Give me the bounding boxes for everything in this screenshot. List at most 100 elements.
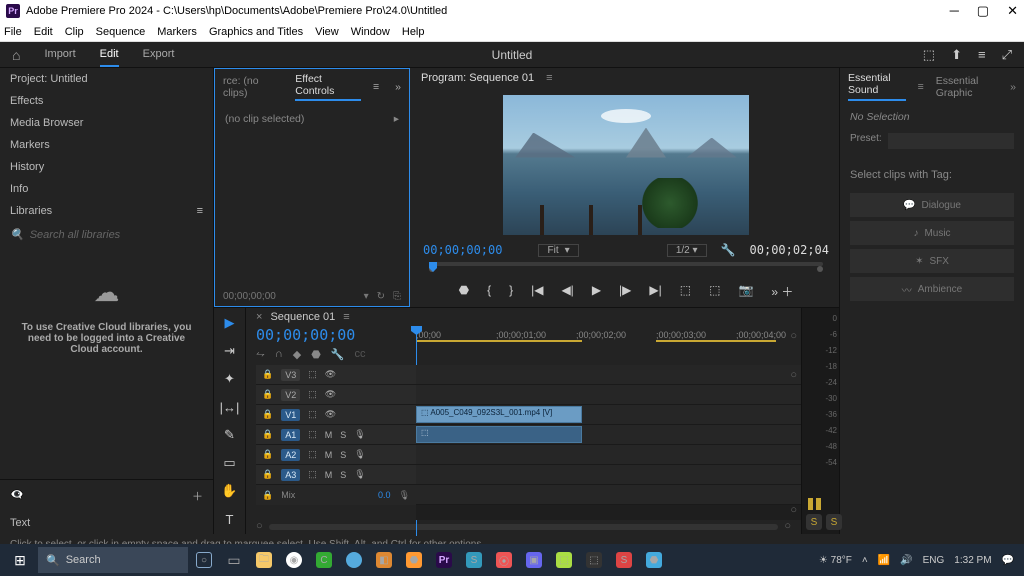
taskbar-search[interactable]: 🔍Search — [38, 547, 188, 573]
out-point-icon[interactable]: } — [509, 283, 513, 300]
panel-text[interactable]: Text — [0, 512, 213, 534]
panel-project[interactable]: Project: Untitled — [0, 68, 213, 90]
v-scroll-handle[interactable]: ○ — [790, 369, 797, 381]
tab-import[interactable]: Import — [44, 43, 75, 67]
panel-menu-icon[interactable]: ≡ — [373, 81, 379, 93]
share-icon[interactable]: ⬆ — [951, 47, 962, 63]
link-icon[interactable]: ∩ — [275, 348, 283, 361]
lift-icon[interactable]: ⬚ — [680, 283, 691, 300]
tag-music[interactable]: ♪Music — [850, 221, 1014, 245]
expand-icon[interactable]: ▸ — [394, 113, 399, 125]
menu-view[interactable]: View — [315, 26, 339, 38]
h-scrollbar[interactable] — [269, 524, 779, 530]
cortana-icon[interactable]: ○ — [190, 546, 218, 574]
zoom-fit-dropdown[interactable]: Fit▾ — [538, 244, 578, 257]
track-select-tool[interactable]: ⇥ — [220, 342, 240, 360]
rectangle-tool[interactable]: ▭ — [220, 454, 240, 472]
program-menu-icon[interactable]: ≡ — [546, 72, 552, 84]
track-mix-header[interactable]: 🔒Mix0.0🎙 — [256, 485, 416, 505]
track-v1-header[interactable]: 🔒V1⬚👁 — [256, 405, 416, 425]
menu-graphics[interactable]: Graphics and Titles — [209, 26, 303, 38]
tab-edit[interactable]: Edit — [100, 43, 119, 67]
tab-essential-graphics[interactable]: Essential Graphic — [936, 75, 998, 99]
app-icon-4[interactable]: ⬣ — [400, 546, 428, 574]
selection-tool[interactable]: ▶ — [220, 314, 240, 332]
wifi-icon[interactable]: 📶 — [878, 555, 890, 566]
minimize-button[interactable]: ─ — [950, 3, 959, 19]
notifications-icon[interactable]: 💬 — [1002, 555, 1014, 566]
step-forward-icon[interactable]: |▶ — [619, 283, 631, 300]
step-back-icon[interactable]: ◀| — [561, 283, 573, 300]
maximize-button[interactable]: ▢ — [977, 3, 989, 19]
solo-left[interactable]: S — [806, 514, 822, 530]
audio-clip[interactable]: ⬚ — [416, 426, 582, 443]
app-icon-1[interactable]: C — [310, 546, 338, 574]
ripple-tool[interactable]: ✦ — [220, 370, 240, 388]
sequence-tab[interactable]: Sequence 01 — [270, 311, 335, 323]
go-to-out-icon[interactable]: ▶| — [649, 283, 661, 300]
filter-icon[interactable]: ▾ — [364, 291, 369, 302]
app-icon-3[interactable]: ◧ — [370, 546, 398, 574]
app-icon-8[interactable]: ⬚ — [550, 546, 578, 574]
explorer-icon[interactable]: 🗀 — [250, 546, 278, 574]
add-icon[interactable]: ＋ — [192, 488, 203, 504]
clock[interactable]: 1:32 PM — [954, 555, 991, 566]
app-icon-5[interactable]: S — [460, 546, 488, 574]
scroll-handle[interactable]: ○ — [790, 330, 797, 342]
panel-info[interactable]: Info — [0, 178, 213, 200]
app-icon-6[interactable]: ⦿ — [490, 546, 518, 574]
tray-overflow-icon[interactable]: ˄ — [862, 555, 868, 566]
libraries-menu-icon[interactable]: ≡ — [197, 205, 203, 217]
language-indicator[interactable]: ENG — [923, 555, 945, 566]
program-timecode-left[interactable]: 00;00;00;00 — [423, 243, 502, 257]
in-point-icon[interactable]: { — [487, 283, 491, 300]
rp-overflow-icon[interactable]: » — [1010, 81, 1016, 93]
solo-right[interactable]: S — [826, 514, 842, 530]
marker-icon[interactable]: ⬣ — [459, 283, 469, 300]
panel-effects[interactable]: Effects — [0, 90, 213, 112]
marker-add-icon[interactable]: ◆ — [293, 348, 301, 361]
tag-ambience[interactable]: 〰Ambience — [850, 277, 1014, 301]
play-icon[interactable]: ▶ — [592, 283, 601, 300]
tab-export[interactable]: Export — [143, 43, 175, 67]
tab-source[interactable]: rce: (no clips) — [223, 75, 283, 99]
preset-dropdown[interactable] — [888, 133, 1014, 149]
track-a2-header[interactable]: 🔒A2⬚MS🎙 — [256, 445, 416, 465]
more-icon[interactable]: » ＋ — [771, 283, 793, 300]
menu-window[interactable]: Window — [351, 26, 390, 38]
app-icon-10[interactable]: S — [610, 546, 638, 574]
app-icon-7[interactable]: ▣ — [520, 546, 548, 574]
sequence-menu-icon[interactable]: ≡ — [343, 311, 349, 323]
resolution-dropdown[interactable]: 1/2 ▾ — [667, 244, 707, 257]
slip-tool[interactable]: ✎ — [220, 426, 240, 444]
weather-widget[interactable]: ☀ 78°F — [819, 555, 852, 566]
panel-media-browser[interactable]: Media Browser — [0, 112, 213, 134]
menu-clip[interactable]: Clip — [65, 26, 84, 38]
app-icon-2[interactable] — [340, 546, 368, 574]
libraries-search[interactable]: 🔍 Search all libraries — [0, 222, 213, 247]
menu-help[interactable]: Help — [402, 26, 425, 38]
menu-file[interactable]: File — [4, 26, 22, 38]
chrome-icon[interactable]: ◉ — [280, 546, 308, 574]
quick-export-icon[interactable]: ⬚ — [923, 47, 935, 63]
go-to-in-icon[interactable]: |◀ — [531, 283, 543, 300]
menu-sequence[interactable]: Sequence — [96, 26, 146, 38]
type-tool[interactable]: T — [220, 510, 240, 528]
volume-icon[interactable]: 🔊 — [900, 555, 912, 566]
workspace-menu-icon[interactable]: ≡ — [978, 47, 986, 63]
track-v3-header[interactable]: 🔒V3⬚👁 — [256, 365, 416, 385]
program-scrubber[interactable] — [429, 262, 823, 276]
h-scroll-left[interactable]: ○ — [256, 520, 263, 534]
settings-icon[interactable]: 🔧 — [721, 243, 736, 257]
track-a1-header[interactable]: 🔒A1⬚MS🎙 — [256, 425, 416, 445]
menu-markers[interactable]: Markers — [157, 26, 197, 38]
timeline-timecode[interactable]: 00;00;00;00 — [256, 326, 416, 344]
fullscreen-icon[interactable]: ⤢ — [1002, 47, 1012, 63]
camera-icon[interactable]: 📷 — [738, 283, 753, 300]
export-frame-icon[interactable]: ⎘ — [393, 291, 401, 302]
snap-icon[interactable]: ⥊ — [256, 348, 265, 361]
premiere-icon[interactable]: Pr — [430, 546, 458, 574]
track-a3-header[interactable]: 🔒A3⬚MS🎙 — [256, 465, 416, 485]
timeline-ruler[interactable]: ;00;00 ;00;00;01;00 ;00;00;02;00 ;00;00;… — [416, 326, 801, 356]
razor-tool[interactable]: |↔| — [220, 398, 240, 416]
